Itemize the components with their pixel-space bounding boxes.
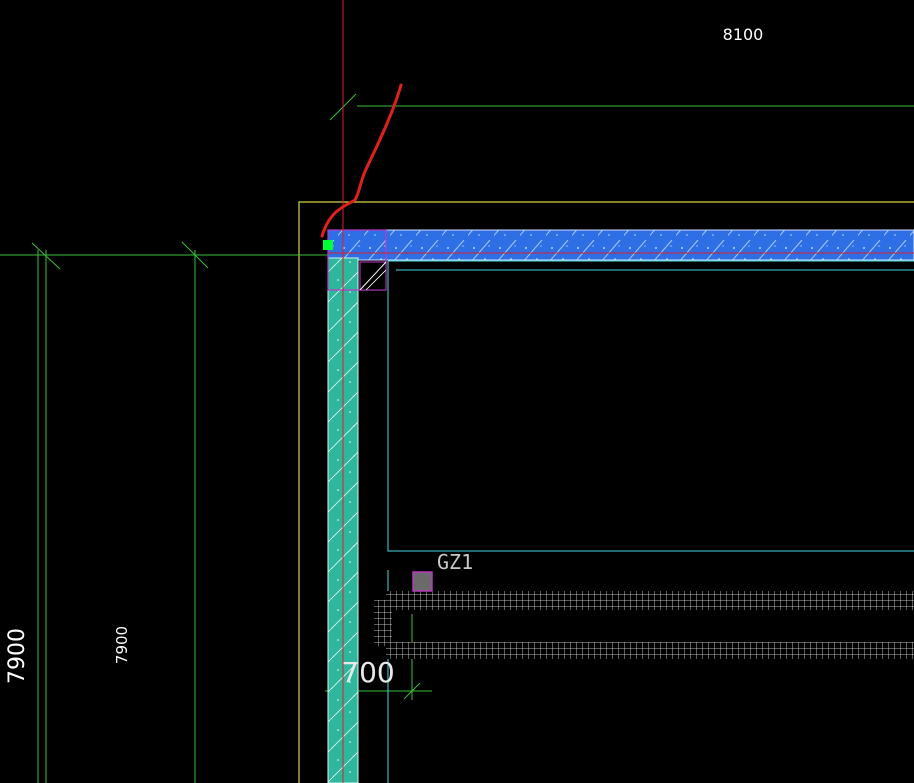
mesh-strip-lower[interactable] (386, 642, 914, 659)
red-annotation-stroke (320, 83, 403, 238)
dim-wall-700: 700 (341, 656, 394, 689)
gz1-column[interactable] (412, 571, 433, 592)
beam-top[interactable] (327, 229, 914, 261)
dim-left-inner-7900: 7900 (113, 626, 131, 664)
mesh-strip-vertical[interactable] (374, 600, 392, 646)
room-outline[interactable] (387, 260, 914, 783)
dim-left-outer-7900: 7900 (5, 628, 30, 684)
dim-top-8100: 8100 (723, 25, 764, 44)
mesh-strip-upper[interactable] (386, 591, 914, 610)
dimension-lines[interactable] (0, 93, 914, 783)
label-gz1: GZ1 (437, 550, 473, 574)
boundary-outline[interactable] (298, 201, 914, 783)
cad-drawing-canvas[interactable]: 8100 7900 7900 GZ1 700 (0, 0, 914, 783)
axis-lines[interactable] (328, 0, 914, 783)
grip-point[interactable] (323, 240, 333, 250)
